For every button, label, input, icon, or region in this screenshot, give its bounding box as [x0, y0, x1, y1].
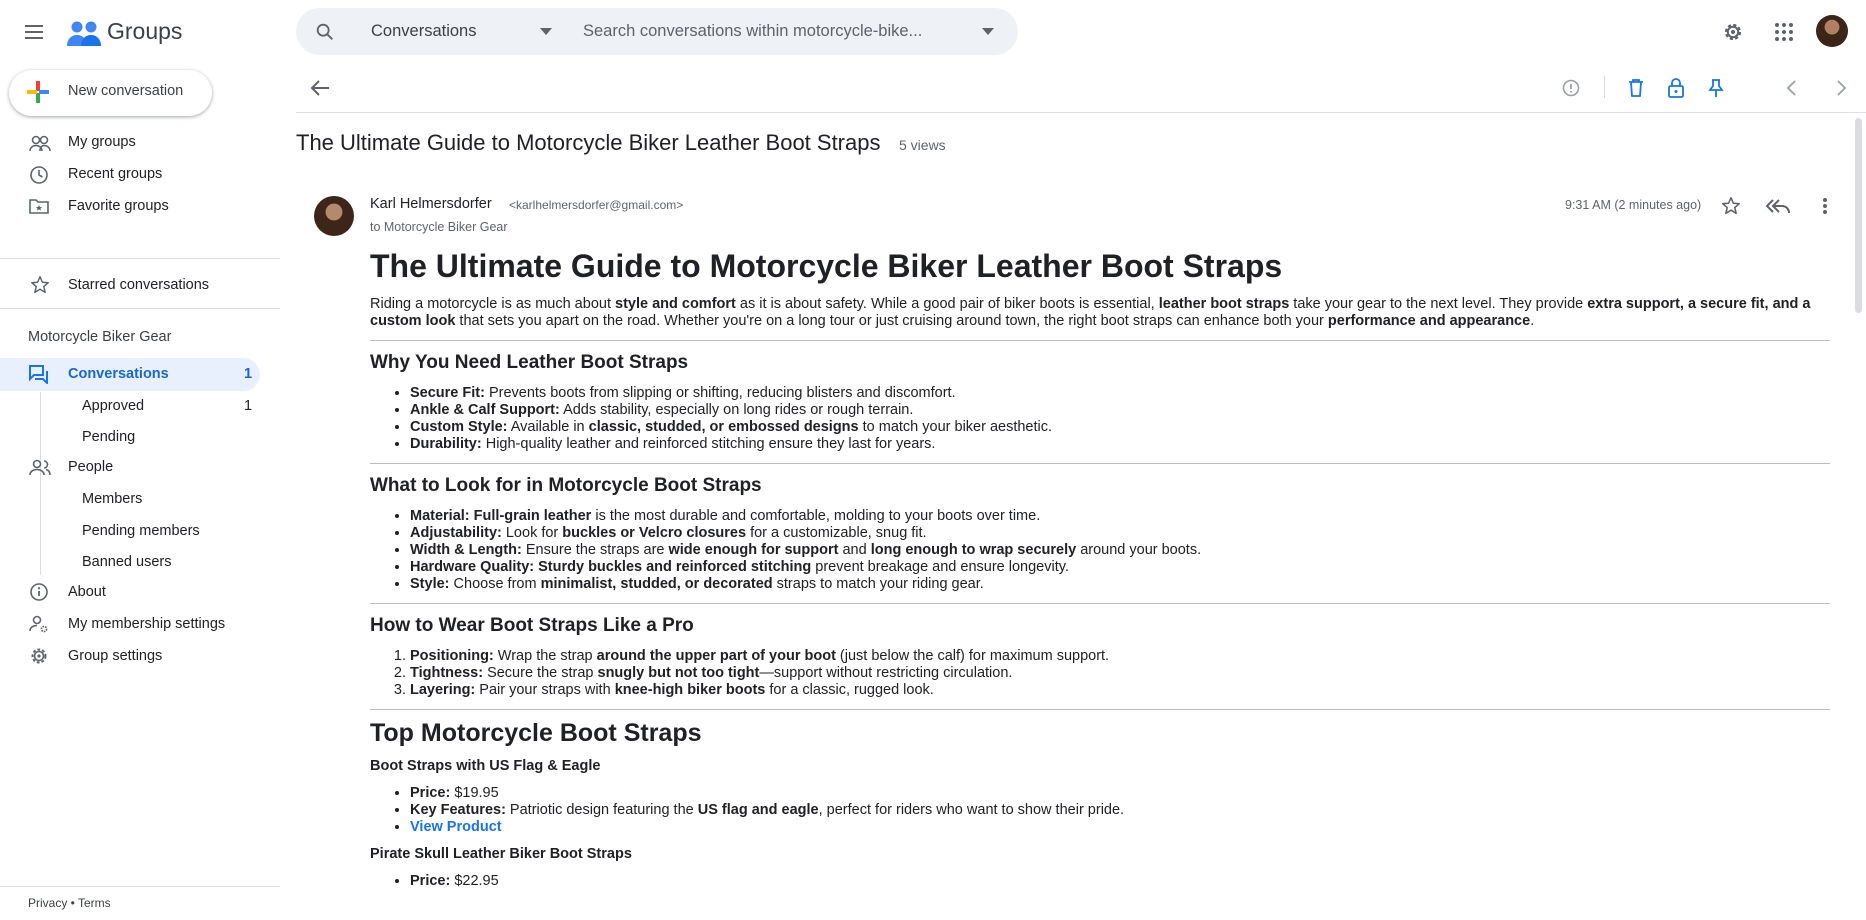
list-item: Width & Length: Ensure the straps are wi… [410, 542, 1830, 559]
section-divider [370, 340, 1830, 341]
list-item: Hardware Quality: Sturdy buckles and rei… [410, 559, 1830, 576]
account-avatar[interactable] [1816, 15, 1848, 47]
approved-count: 1 [244, 398, 253, 414]
scrollbar-thumb[interactable] [1855, 118, 1862, 313]
list-item: Durability: High-quality leather and rei… [410, 436, 1830, 453]
author-avatar[interactable] [314, 196, 354, 236]
sidebar-item-my-groups[interactable]: My groups [68, 134, 136, 150]
footer-privacy-terms[interactable]: Privacy • Terms [28, 896, 111, 910]
list-item: Material: Full-grain leather is the most… [410, 508, 1830, 525]
sidebar-item-membership-settings[interactable]: My membership settings [68, 616, 225, 632]
reply-all-icon[interactable] [1765, 195, 1791, 217]
sidebar-item-about[interactable]: About [68, 584, 106, 600]
app-name[interactable]: Groups [107, 18, 182, 45]
message-timestamp: 9:31 AM (2 minutes ago) [1565, 198, 1702, 212]
tree-line [40, 392, 41, 575]
thread-title: The Ultimate Guide to Motorcycle Biker L… [296, 130, 881, 155]
section-heading-large: Top Motorcycle Boot Straps [370, 719, 702, 747]
view-product-link[interactable]: View Product [410, 819, 502, 835]
criteria-list: Material: Full-grain leather is the most… [410, 508, 1830, 593]
sidebar-item-group-settings[interactable]: Group settings [68, 648, 162, 664]
list-item: Price: $19.95 [410, 785, 1830, 802]
section-divider [370, 603, 1830, 604]
product-name: Boot Straps with US Flag & Eagle [370, 758, 601, 774]
new-conversation-label[interactable]: New conversation [68, 83, 183, 99]
list-item: Style: Choose from minimalist, studded, … [410, 576, 1830, 593]
section-heading: What to Look for in Motorcycle Boot Stra… [370, 475, 762, 496]
star-outline-icon [29, 274, 51, 296]
next-conversation-icon[interactable] [1835, 78, 1849, 98]
author-email: <karlhelmersdorfer@gmail.com> [509, 198, 684, 212]
list-item: Price: $22.95 [410, 873, 1830, 890]
more-options-icon[interactable] [1815, 195, 1835, 217]
conversations-count: 1 [244, 366, 253, 382]
sidebar-item-recent-groups[interactable]: Recent groups [68, 166, 162, 182]
back-arrow-icon[interactable] [309, 78, 331, 98]
sidebar-item-people[interactable]: People [68, 459, 113, 475]
sidebar-footer-divider [0, 886, 280, 887]
list-item: Positioning: Wrap the strap around the u… [410, 648, 1830, 665]
header-divider [296, 112, 1866, 113]
clock-icon [29, 165, 49, 185]
sidebar-item-pending[interactable]: Pending [82, 429, 135, 445]
list-item: View Product [410, 819, 1830, 836]
delete-icon[interactable] [1627, 78, 1645, 98]
sidebar-item-approved[interactable]: Approved [82, 398, 144, 414]
people-icon [29, 458, 51, 478]
group-name[interactable]: Motorcycle Biker Gear [28, 329, 171, 345]
howto-list: Positioning: Wrap the strap around the u… [410, 648, 1830, 699]
search-icon[interactable] [314, 21, 336, 43]
apps-grid-icon[interactable] [1772, 20, 1796, 44]
author-name[interactable]: Karl Helmersdorfer [370, 196, 492, 212]
sidebar-item-pending-members[interactable]: Pending members [82, 523, 200, 539]
lock-icon[interactable] [1667, 78, 1685, 98]
main-menu-icon[interactable] [22, 20, 46, 44]
list-item: Ankle & Calf Support: Adds stability, es… [410, 402, 1830, 419]
list-item: Layering: Pair your straps with knee-hig… [410, 682, 1830, 699]
sidebar-item-conversations-label[interactable]: Conversations [68, 366, 169, 382]
message-body: The Ultimate Guide to Motorcycle Biker L… [370, 246, 1830, 900]
info-icon [29, 582, 49, 602]
report-icon[interactable] [1561, 78, 1581, 98]
section-divider [370, 463, 1830, 464]
view-count: 5 views [899, 137, 946, 153]
settings-gear-icon[interactable] [1721, 20, 1745, 44]
groups-logo-icon[interactable] [67, 18, 101, 50]
benefits-list: Secure Fit: Prevents boots from slipping… [410, 385, 1830, 453]
sidebar-item-favorite-groups[interactable]: Favorite groups [68, 198, 169, 214]
gear-icon [29, 646, 49, 666]
search-input[interactable]: Search conversations within motorcycle-b… [583, 22, 922, 41]
product-name: Pirate Skull Leather Biker Boot Straps [370, 846, 632, 862]
previous-conversation-icon[interactable] [1784, 78, 1798, 98]
sidebar-item-starred[interactable]: Starred conversations [68, 277, 209, 293]
recipient-line: to Motorcycle Biker Gear [370, 220, 508, 234]
list-item: Adjustability: Look for buckles or Velcr… [410, 525, 1830, 542]
sidebar-item-banned-users[interactable]: Banned users [82, 554, 171, 570]
sidebar-divider [0, 258, 280, 259]
colored-plus-icon [27, 81, 49, 103]
list-item: Key Features: Patriotic design featuring… [410, 802, 1830, 819]
person-settings-icon [29, 614, 49, 634]
product-details: Price: $19.95 Key Features: Patriotic de… [410, 785, 1830, 836]
conversations-icon [29, 364, 49, 384]
section-divider [370, 709, 1830, 710]
body-heading: The Ultimate Guide to Motorcycle Biker L… [370, 248, 1283, 284]
search-scope-select[interactable]: Conversations [371, 22, 476, 41]
pin-icon[interactable] [1708, 78, 1724, 98]
sidebar-divider [0, 308, 280, 309]
section-heading: Why You Need Leather Boot Straps [370, 352, 689, 373]
search-options-caret-icon[interactable] [982, 28, 994, 35]
sidebar-item-members[interactable]: Members [82, 491, 142, 507]
folder-star-icon [29, 197, 49, 215]
list-item: Custom Style: Available in classic, stud… [410, 419, 1830, 436]
list-item: Tightness: Secure the strap snugly but n… [410, 665, 1830, 682]
product-details: Price: $22.95 [410, 873, 1830, 890]
caret-down-icon[interactable] [540, 28, 552, 35]
people-group-icon [29, 134, 51, 154]
list-item: Secure Fit: Prevents boots from slipping… [410, 385, 1830, 402]
toolbar-separator [1604, 76, 1605, 98]
star-icon[interactable] [1720, 195, 1742, 217]
section-heading: How to Wear Boot Straps Like a Pro [370, 615, 694, 636]
intro-paragraph: Riding a motorcycle is as much about sty… [370, 296, 1811, 329]
